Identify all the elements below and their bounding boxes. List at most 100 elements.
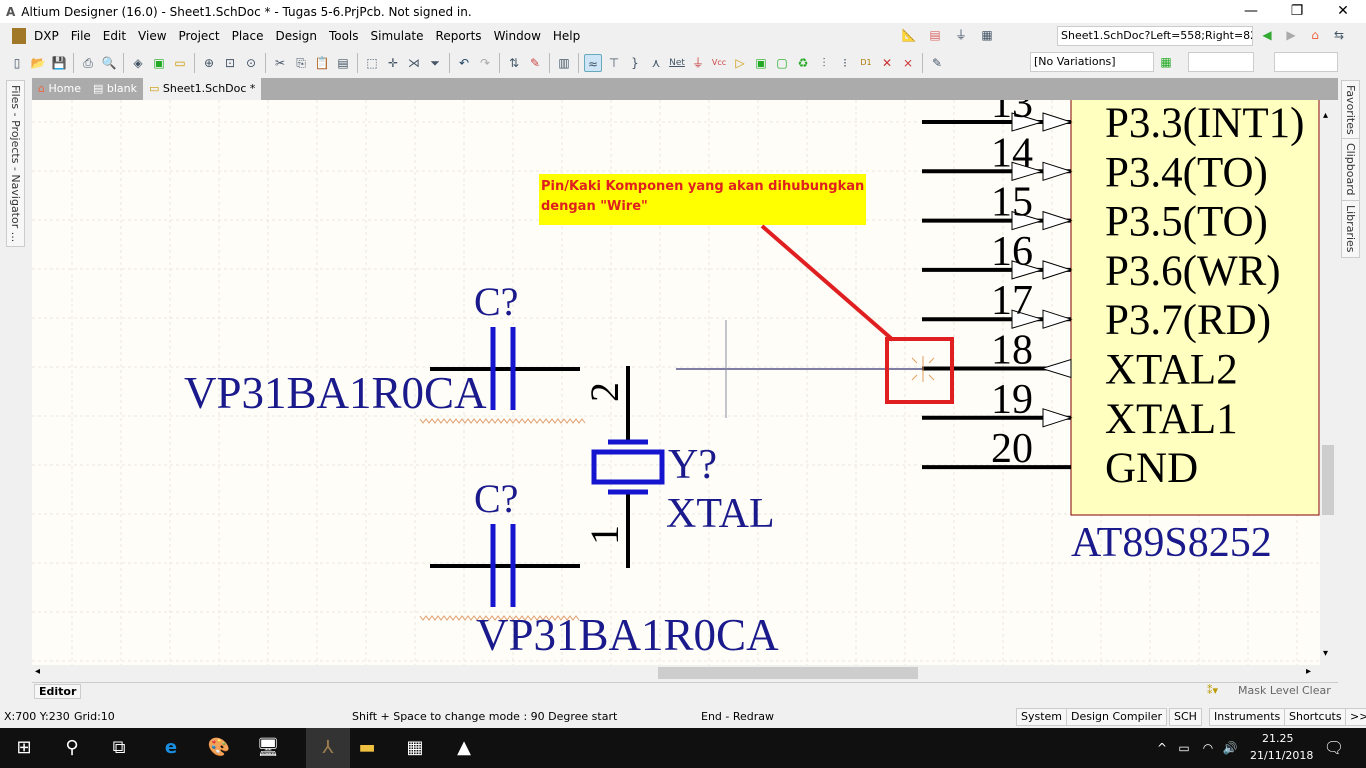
sheet-icon[interactable]: ▭ [171,54,189,72]
cross-probe-icon[interactable]: ✎ [526,54,544,72]
menu-help[interactable]: Help [547,29,586,43]
vertical-scroll-thumb[interactable] [1322,445,1334,515]
forward-icon[interactable]: ▶ [1282,26,1300,44]
menu-project[interactable]: Project [173,29,226,43]
variant-icon[interactable]: ▦ [1157,53,1175,71]
new-icon[interactable]: ▯ [8,54,26,72]
cap1-designator[interactable]: C? [474,279,518,324]
crystal-comment[interactable]: XTAL [666,491,775,537]
ic-comment[interactable]: AT89S8252 [1071,520,1272,566]
save-icon[interactable]: 💾 [50,54,68,72]
close-button[interactable]: ✕ [1320,0,1366,23]
system-button[interactable]: System [1016,708,1068,726]
calculator-icon[interactable]: ▦ [403,736,427,760]
part-icon[interactable]: ▷ [731,54,749,72]
wire-icon[interactable]: ≈ [584,53,602,72]
deselect-icon[interactable]: ⋊ [405,54,423,72]
ground-icon[interactable]: ⏚ [952,26,970,44]
empty-combo-2[interactable] [1274,52,1338,72]
clock-date[interactable]: 21/11/2018 [1250,749,1313,762]
menu-file[interactable]: File [65,29,97,43]
print-preview-icon[interactable]: 🔍 [100,54,118,72]
horizontal-scrollbar[interactable]: ◂ ▸ [32,665,1320,681]
crystal-designator[interactable]: Y? [668,442,717,488]
shortcuts-button[interactable]: Shortcuts [1284,708,1347,726]
bus-icon[interactable]: ⊤ [605,54,623,72]
panel-tab-clipboard[interactable]: Clipboard [1341,138,1360,201]
altium-taskbar-icon[interactable]: ⅄ [306,728,350,768]
empty-combo-1[interactable] [1188,52,1254,72]
device-sheet-icon[interactable]: ♻ [794,54,812,72]
move-icon[interactable]: ✛ [384,54,402,72]
clear-button[interactable]: Clear [1302,684,1331,697]
undo-icon[interactable]: ↶ [455,54,473,72]
redo-icon[interactable]: ↷ [476,54,494,72]
instruments-button[interactable]: Instruments [1209,708,1286,726]
panel-tab-favorites[interactable]: Favorites [1341,80,1360,140]
browse-icon[interactable]: ▥ [555,54,573,72]
cut-icon[interactable]: ✂ [271,54,289,72]
mask-level-button[interactable]: Mask Level [1238,684,1299,697]
battery-icon[interactable]: ▭ [1172,736,1196,760]
sheet-symbol-icon[interactable]: ▣ [752,54,770,72]
photos-icon[interactable]: ▲ [452,736,476,760]
volume-icon[interactable]: 🔊 [1218,736,1242,760]
grid-icon[interactable]: ▦ [978,26,996,44]
tab-blank[interactable]: ▤ blank [87,78,143,100]
open-icon[interactable]: 📂 [29,54,47,72]
variations-combo[interactable]: [No Variations] [1030,52,1154,72]
design-compiler-button[interactable]: Design Compiler [1066,708,1167,726]
windows-start-icon[interactable]: ⊞ [12,736,36,760]
navigation-path-combo[interactable]: Sheet1.SchDoc?Left=558;Right=82( [1057,26,1253,46]
home-icon[interactable]: ⌂ [1306,26,1324,44]
menu-design[interactable]: Design [270,29,323,43]
no-erc-icon[interactable]: ✕ [878,54,896,72]
horizontal-scroll-thumb[interactable] [658,667,918,679]
menu-dxp[interactable]: DXP [28,29,65,43]
menu-window[interactable]: Window [488,29,547,43]
hierarchy-icon[interactable]: ⇅ [505,54,523,72]
directive-icon[interactable]: D1 [857,54,875,72]
capacitor-c2[interactable] [419,524,580,621]
compile-mask-icon[interactable]: ⨯ [899,54,917,72]
editor-tab[interactable]: Editor [34,684,82,699]
tab-sheet1[interactable]: ▭ Sheet1.SchDoc * [142,78,262,100]
monitor-app-icon[interactable]: 🖥 [256,736,280,760]
pcb-icon[interactable]: ▣ [150,54,168,72]
vcc-port-icon[interactable]: Vcc [710,54,728,72]
select-area-icon[interactable]: ⬚ [363,54,381,72]
bus-entry-icon[interactable]: } [626,54,644,72]
back-icon[interactable]: ◀ [1258,26,1276,44]
panel-tab-files-projects-navigator[interactable]: Files - Projects - Navigator ... [6,80,25,248]
panel-tab-libraries[interactable]: Libraries [1341,200,1360,258]
signal-harness-icon[interactable]: ⋏ [647,54,665,72]
vertical-scrollbar[interactable]: ▴ ▾ [1320,100,1336,665]
port-icon[interactable]: ⁝ [836,54,854,72]
cap2-designator[interactable]: C? [474,476,518,521]
zoom-selected-icon[interactable]: ⊙ [242,54,260,72]
menu-reports[interactable]: Reports [430,29,488,43]
copy-icon[interactable]: ⎘ [292,54,310,72]
wifi-icon[interactable]: ◠ [1196,736,1220,760]
cap1-comment[interactable]: VP31BA1R0CA [184,368,487,418]
tab-home[interactable]: ⌂ Home [32,78,87,100]
cap2-comment[interactable]: VP31BA1R0CA [476,610,779,660]
task-view-icon[interactable]: ⧉ [107,736,131,760]
gnd-port-icon[interactable]: ⏚ [689,54,707,72]
search-icon[interactable]: ⚲ [60,736,84,760]
ruler-icon[interactable]: 📐 [900,26,918,44]
scroll-down-icon[interactable]: ▾ [1323,648,1328,659]
file-explorer-icon[interactable]: ▬ [355,736,379,760]
tray-chevron-icon[interactable]: ^ [1150,736,1174,760]
menu-view[interactable]: View [132,29,172,43]
draw-tool-icon[interactable]: ✎ [928,54,946,72]
filter-icon[interactable]: ⁑▾ [1207,684,1218,697]
clear-filter-icon[interactable]: ⏷ [426,54,444,72]
paste-icon[interactable]: 📋 [313,54,331,72]
harness-icon[interactable]: ⫶ [815,54,833,72]
restore-button[interactable]: ❐ [1274,0,1320,23]
paint-icon[interactable]: 🎨 [207,736,231,760]
more-button[interactable]: >> [1345,708,1366,726]
sheet-entry-icon[interactable]: ▢ [773,54,791,72]
sync-icon[interactable]: ⇆ [1330,26,1348,44]
